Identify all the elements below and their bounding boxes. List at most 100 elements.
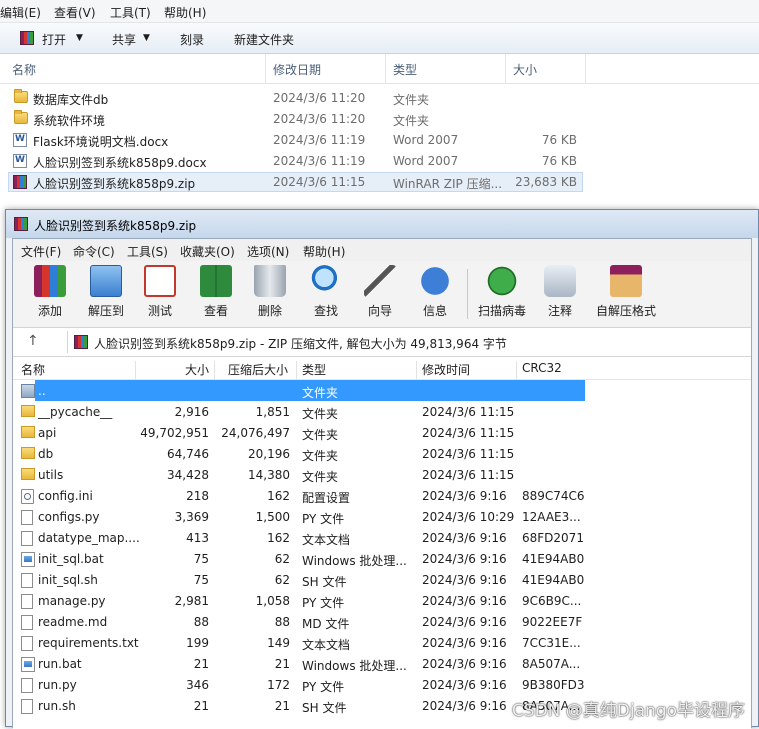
scan-virus-button[interactable]: 扫描病毒 <box>471 265 533 325</box>
list-item-selected[interactable]: 人脸识别签到系统k858p9.zip 2024/3/6 11:15 WinRAR… <box>8 172 583 192</box>
menu-help[interactable]: 帮助(H) <box>303 243 345 260</box>
test-button[interactable]: 测试 <box>131 265 189 325</box>
window-title: 人脸识别签到系统k858p9.zip <box>34 219 197 233</box>
cell-type: PY 文件 <box>302 512 345 526</box>
file-icon <box>21 678 33 693</box>
table-row[interactable]: db 64,746 20,196 文件夹 2024/3/6 11:15 <box>13 443 751 464</box>
cell-crc32: 9022EE7F <box>522 615 583 629</box>
table-row[interactable]: run.bat 21 21 Windows 批处理... 2024/3/6 9:16 8A… <box>13 653 751 674</box>
list-item[interactable]: 人脸识别签到系统k858p9.docx 2024/3/6 11:19 Word … <box>8 151 583 171</box>
menu-edit[interactable]: 编辑(E) <box>0 4 41 21</box>
cell-modified: 2024/3/6 9:16 <box>422 573 507 587</box>
file-type: Word 2007 <box>393 154 459 168</box>
chevron-down-icon[interactable]: ▼ <box>76 33 83 43</box>
cell-name: utils <box>38 468 64 482</box>
up-arrow-icon[interactable]: ↑ <box>27 333 39 349</box>
add-button[interactable]: 添加 <box>21 265 79 325</box>
table-row[interactable]: init_sql.bat 75 62 Windows 批处理... 2024/3/6 9… <box>13 548 751 569</box>
file-icon <box>21 573 33 588</box>
menu-view[interactable]: 查看(V) <box>54 4 96 21</box>
cell-type: SH 文件 <box>302 575 347 589</box>
column-packed-size[interactable]: 压缩后大小 <box>228 361 288 378</box>
cell-packed-size: 20,196 <box>248 447 290 461</box>
path-box[interactable]: 人脸识别签到系统k858p9.zip - ZIP 压缩文件, 解包大小为 49,… <box>67 331 751 353</box>
menu-options[interactable]: 选项(N) <box>247 243 289 260</box>
column-date[interactable]: 修改日期 <box>273 61 321 78</box>
menu-tools[interactable]: 工具(T) <box>110 4 151 21</box>
cell-crc32: 889C74C6 <box>522 489 585 503</box>
burn-button[interactable]: 刻录 <box>180 31 204 48</box>
view-book-icon <box>200 265 232 297</box>
list-item[interactable]: 系统软件环境 2024/3/6 11:20 文件夹 <box>8 109 583 129</box>
winrar-titlebar[interactable]: 人脸识别签到系统k858p9.zip <box>6 210 758 238</box>
cell-name: config.ini <box>38 489 93 503</box>
delete-button[interactable]: 删除 <box>241 265 299 325</box>
table-row[interactable]: run.py 346 172 PY 文件 2024/3/6 9:16 9B380FD3 <box>13 674 751 695</box>
cell-modified: 2024/3/6 9:16 <box>422 594 507 608</box>
wizard-button[interactable]: 向导 <box>351 265 409 325</box>
tool-label: 信息 <box>422 304 447 318</box>
csdn-watermark: CSDN @真纯Django毕设程序 <box>511 701 745 721</box>
table-row[interactable]: utils 34,428 14,380 文件夹 2024/3/6 11:15 <box>13 464 751 485</box>
column-type[interactable]: 类型 <box>302 361 326 378</box>
table-row[interactable]: init_sql.sh 75 62 SH 文件 2024/3/6 9:16 41E94AB… <box>13 569 751 590</box>
parent-folder-icon <box>21 384 35 398</box>
chevron-down-icon[interactable]: ▼ <box>143 33 150 43</box>
table-row[interactable]: manage.py 2,981 1,058 PY 文件 2024/3/6 9:16 9C6… <box>13 590 751 611</box>
cell-modified: 2024/3/6 9:16 <box>422 657 507 671</box>
cell-type: 文件夹 <box>302 470 339 484</box>
column-type[interactable]: 类型 <box>393 61 417 78</box>
table-row[interactable]: __pycache__ 2,916 1,851 文件夹 2024/3/6 11:15 <box>13 401 751 422</box>
info-icon <box>419 265 451 297</box>
winrar-content: 文件(F) 命令(C) 工具(S) 收藏夹(O) 选项(N) 帮助(H) 添加 … <box>12 238 752 729</box>
cell-crc32: 8A507A... <box>522 657 581 671</box>
table-row[interactable]: api 49,702,951 24,076,497 文件夹 2024/3/6 11:15 <box>13 422 751 443</box>
view-button[interactable]: 查看 <box>187 265 245 325</box>
tool-label: 扫描病毒 <box>477 304 526 318</box>
menu-help[interactable]: 帮助(H) <box>164 4 206 21</box>
comment-icon <box>544 265 576 297</box>
winrar-archive-icon <box>13 175 27 189</box>
cell-size: 49,702,951 <box>140 426 209 440</box>
column-name[interactable]: 名称 <box>12 61 36 78</box>
column-crc32[interactable]: CRC32 <box>522 361 562 375</box>
cell-crc32: 12AAE3... <box>522 510 581 524</box>
file-icon <box>21 594 33 609</box>
menu-tools[interactable]: 工具(S) <box>127 243 168 260</box>
table-row[interactable]: datatype_map.... 413 162 文本文档 2024/3/6 9:16 6… <box>13 527 751 548</box>
cell-name: datatype_map.... <box>38 531 140 545</box>
menu-commands[interactable]: 命令(C) <box>73 243 115 260</box>
share-button[interactable]: 共享 <box>112 31 136 48</box>
table-row[interactable]: readme.md 88 88 MD 文件 2024/3/6 9:16 9022EE7F <box>13 611 751 632</box>
list-item[interactable]: Flask环境说明文档.docx 2024/3/6 11:19 Word 200… <box>8 130 583 150</box>
table-row[interactable]: configs.py 3,369 1,500 PY 文件 2024/3/6 10:29 1… <box>13 506 751 527</box>
cell-modified: 2024/3/6 11:15 <box>422 468 515 482</box>
column-name[interactable]: 名称 <box>21 361 45 378</box>
list-item[interactable]: 数据库文件db 2024/3/6 11:20 文件夹 <box>8 88 583 108</box>
cell-type: 文件夹 <box>302 386 339 400</box>
column-modified[interactable]: 修改时间 <box>422 361 470 378</box>
table-row[interactable]: requirements.txt 199 149 文本文档 2024/3/6 9:16 7… <box>13 632 751 653</box>
menu-file[interactable]: 文件(F) <box>21 243 61 260</box>
info-button[interactable]: 信息 <box>406 265 464 325</box>
menu-favorites[interactable]: 收藏夹(O) <box>180 243 235 260</box>
column-size[interactable]: 大小 <box>513 61 537 78</box>
cell-size: 3,369 <box>174 510 209 524</box>
winrar-icon <box>20 31 34 45</box>
cell-name: init_sql.bat <box>38 552 104 566</box>
file-size: 76 KB <box>541 133 577 147</box>
column-size[interactable]: 大小 <box>185 361 209 378</box>
file-size: 23,683 KB <box>515 175 577 189</box>
new-folder-button[interactable]: 新建文件夹 <box>234 31 294 48</box>
cell-name: db <box>38 447 54 461</box>
table-row[interactable]: config.ini 218 162 配置设置 2024/3/6 9:16 889C74C… <box>13 485 751 506</box>
cell-packed-size: 21 <box>274 699 290 713</box>
cell-type: SH 文件 <box>302 701 347 715</box>
extract-to-button[interactable]: 解压到 <box>77 265 135 325</box>
find-button[interactable]: 查找 <box>297 265 355 325</box>
file-name: Flask环境说明文档.docx <box>33 135 169 149</box>
comment-button[interactable]: 注释 <box>531 265 589 325</box>
open-button[interactable]: 打开 <box>42 31 66 48</box>
sfx-button[interactable]: 自解压格式 <box>593 265 659 325</box>
table-row-selected[interactable]: .. 文件夹 <box>13 380 751 401</box>
